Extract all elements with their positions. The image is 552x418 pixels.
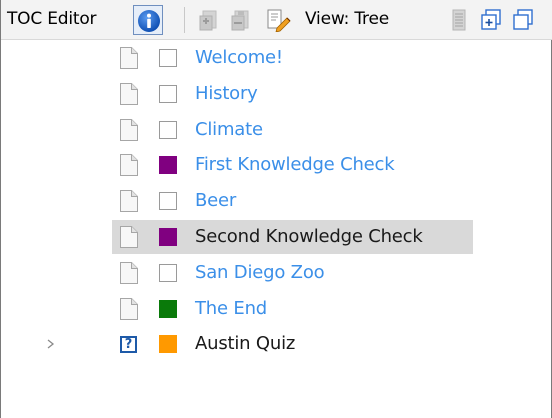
list-icon[interactable] — [447, 8, 471, 32]
copy-icon[interactable] — [511, 8, 535, 32]
tree-item[interactable]: The End — [1, 291, 552, 327]
edit-document-icon[interactable] — [265, 8, 293, 32]
toc-tree: Welcome! History Climate First Knowledge Ch… — [1, 40, 552, 418]
add-page-icon[interactable] — [197, 8, 221, 32]
tree-item[interactable]: Climate — [1, 112, 552, 148]
info-icon — [138, 10, 160, 32]
tree-item[interactable]: Welcome! — [1, 40, 552, 76]
add-copy-icon[interactable] — [479, 8, 503, 32]
tree-item-label: Climate — [195, 118, 263, 140]
chevron-right-icon[interactable] — [43, 335, 59, 353]
toolbar-separator — [184, 7, 185, 33]
status-swatch[interactable] — [159, 120, 177, 139]
tree-item-label: Beer — [195, 190, 237, 212]
tree-item[interactable]: Beer — [1, 183, 552, 219]
tree-item[interactable]: San Diego Zoo — [1, 255, 552, 291]
toc-editor-panel: TOC Editor View: Tree Welcome! History C… — [0, 0, 552, 418]
status-swatch[interactable] — [159, 299, 177, 318]
page-icon — [120, 297, 138, 320]
tree-item-label: San Diego Zoo — [195, 261, 325, 283]
tree-item-label: First Knowledge Check — [195, 154, 395, 176]
status-swatch[interactable] — [159, 335, 177, 354]
view-mode-label[interactable]: View: Tree — [305, 9, 389, 29]
tree-item[interactable]: First Knowledge Check — [1, 147, 552, 183]
status-swatch[interactable] — [159, 263, 177, 282]
status-swatch[interactable] — [159, 192, 177, 211]
toolbar: TOC Editor View: Tree — [1, 0, 552, 40]
tree-item[interactable]: History — [1, 76, 552, 112]
status-swatch[interactable] — [159, 49, 177, 67]
page-icon — [120, 47, 138, 69]
tree-item-label: The End — [195, 297, 268, 319]
tree-item[interactable]: Second Knowledge Check — [1, 219, 552, 255]
info-button[interactable] — [133, 5, 163, 35]
status-swatch[interactable] — [159, 84, 177, 103]
tree-item-label: Austin Quiz — [195, 333, 296, 355]
page-icon — [120, 154, 138, 177]
quiz-icon: ? — [120, 336, 137, 354]
page-icon — [120, 82, 138, 105]
page-icon — [120, 190, 138, 213]
page-icon — [120, 261, 138, 284]
tree-item[interactable]: ? Austin Quiz — [1, 326, 552, 362]
tree-item-label: Second Knowledge Check — [195, 226, 423, 247]
page-icon — [120, 118, 138, 141]
page-icon — [120, 226, 138, 248]
status-swatch[interactable] — [159, 228, 177, 246]
remove-page-icon[interactable] — [229, 8, 253, 32]
tree-item-label: History — [195, 82, 258, 104]
tree-item-label: Welcome! — [195, 47, 283, 68]
status-swatch[interactable] — [159, 156, 177, 175]
panel-title: TOC Editor — [7, 9, 97, 29]
